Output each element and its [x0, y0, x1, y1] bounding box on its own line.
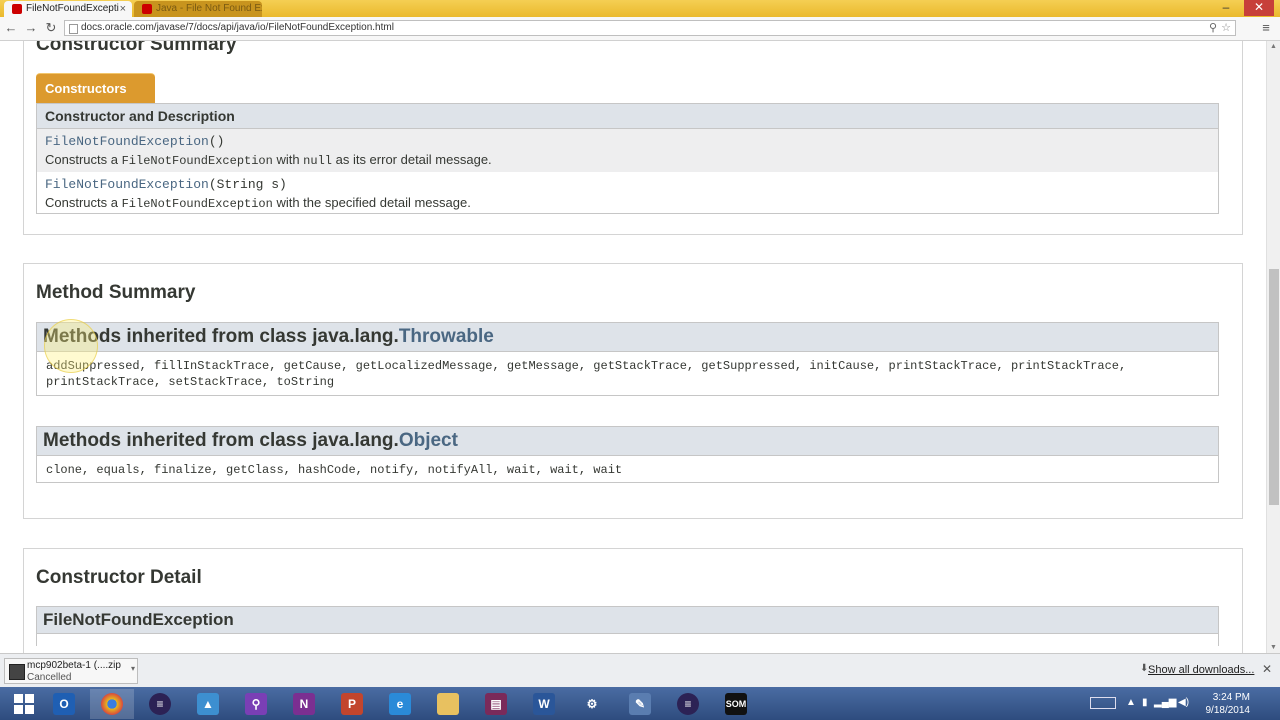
paint-icon[interactable]: ✎: [618, 689, 662, 719]
address-bar[interactable]: docs.oracle.com/javase/7/docs/api/java/i…: [64, 20, 1236, 36]
constructor-table-header: Constructor and Description: [37, 104, 1218, 129]
network-tool-icon[interactable]: ⚙: [570, 689, 614, 719]
address-text: docs.oracle.com/javase/7/docs/api/java/i…: [81, 22, 394, 33]
tab-strip: FileNotFoundExcepti × Java - File Not Fo…: [0, 0, 1280, 17]
constructor-detail-title: Constructor Detail: [36, 567, 202, 588]
eclipse-2-icon[interactable]: ≡: [666, 689, 710, 719]
show-all-downloads-link[interactable]: Show all downloads...: [1148, 664, 1254, 676]
inherited-throwable-methods[interactable]: addSuppressed, fillInStackTrace, getCaus…: [37, 352, 1218, 396]
constructor-detail-heading: FileNotFoundException: [37, 607, 1218, 634]
word-icon[interactable]: W: [522, 689, 566, 719]
volume-icon[interactable]: ◀): [1178, 697, 1189, 708]
internet-explorer-icon[interactable]: e: [378, 689, 422, 719]
vertical-scrollbar[interactable]: ▲ ▼: [1266, 41, 1280, 653]
tab-second[interactable]: Java - File Not Found Exception: [134, 1, 262, 17]
chevron-down-icon[interactable]: ▾: [131, 664, 135, 673]
tab-title: FileNotFoundExcepti: [26, 3, 119, 14]
start-button[interactable]: [2, 689, 46, 719]
favicon-icon: [142, 4, 152, 14]
windows-taskbar: O ≡ ▲ ⚲ N P e ▤ W ⚙ ✎ ≡ SOM ▲ ▮ ▂▄▆ ◀) 3…: [0, 687, 1280, 720]
close-window-icon[interactable]: ✕: [1244, 0, 1274, 16]
arrow-up-icon[interactable]: ▲: [1126, 697, 1136, 708]
page-viewport: Constructor Summary Constructors Constru…: [0, 41, 1266, 653]
inherited-throwable: Methods inherited from class java.lang.T…: [36, 322, 1219, 396]
battery-icon[interactable]: ▮: [1142, 697, 1148, 708]
constructor-params: (): [208, 134, 225, 149]
tab-title: Java - File Not Found Exception: [156, 3, 262, 14]
inherited-object-methods[interactable]: clone, equals, finalize, getClass, hashC…: [37, 456, 1218, 484]
window-controls: – ✕: [1218, 0, 1274, 16]
eclipse-icon[interactable]: ≡: [138, 689, 182, 719]
search-icon[interactable]: ⚲: [234, 689, 278, 719]
bookmark-star-icon[interactable]: ☆: [1221, 21, 1231, 35]
zoom-icon[interactable]: ⚲: [1209, 21, 1217, 35]
photos-icon[interactable]: ▲: [186, 689, 230, 719]
chrome-icon[interactable]: [90, 689, 134, 719]
constructor-table: Constructor and Description FileNotFound…: [36, 103, 1219, 214]
constructor-link[interactable]: FileNotFoundException: [45, 177, 209, 192]
throwable-link[interactable]: Throwable: [399, 326, 494, 347]
close-shelf-icon[interactable]: ✕: [1262, 662, 1272, 676]
browser-toolbar: ← → ↻ docs.oracle.com/javase/7/docs/api/…: [0, 17, 1280, 41]
download-status: Cancelled: [27, 672, 72, 683]
cursor-highlight: [44, 319, 98, 373]
constructors-caption: Constructors: [36, 73, 155, 103]
download-item[interactable]: mcp902beta-1 (....zip Cancelled ▾: [4, 658, 138, 684]
system-tray: ▲ ▮ ▂▄▆ ◀) 3:24 PM 9/18/2014: [1090, 687, 1280, 720]
zip-file-icon: [9, 664, 25, 680]
clock-date: 9/18/2014: [1205, 705, 1251, 716]
outlook-icon[interactable]: O: [42, 689, 86, 719]
inherited-throwable-heading: Methods inherited from class java.lang.T…: [37, 323, 1218, 352]
back-icon[interactable]: ←: [2, 20, 20, 36]
constructor-description: Constructs a FileNotFoundException with …: [45, 195, 471, 211]
som-icon[interactable]: SOM: [714, 689, 758, 719]
download-name: mcp902beta-1 (....zip: [27, 660, 121, 671]
onenote-icon[interactable]: N: [282, 689, 326, 719]
table-row: FileNotFoundException(String s) Construc…: [37, 172, 1218, 215]
powerpoint-icon[interactable]: P: [330, 689, 374, 719]
oracle-favicon-icon: [12, 4, 22, 14]
windows-logo-icon: [14, 694, 34, 714]
tab-filenotfoundexception[interactable]: FileNotFoundExcepti ×: [4, 1, 132, 17]
inherited-object-heading: Methods inherited from class java.lang.O…: [37, 427, 1218, 456]
object-link[interactable]: Object: [399, 430, 458, 451]
clock[interactable]: 3:24 PM 9/18/2014: [1206, 691, 1251, 717]
constructor-detail-header-box: FileNotFoundException: [36, 606, 1219, 646]
page-icon: [69, 24, 78, 34]
minimize-icon[interactable]: –: [1218, 0, 1234, 16]
constructor-summary-title: Constructor Summary: [36, 41, 237, 55]
method-summary-title: Method Summary: [36, 282, 196, 303]
network-icon[interactable]: ▂▄▆: [1154, 697, 1176, 708]
scroll-down-icon[interactable]: ▼: [1270, 644, 1277, 651]
download-shelf: mcp902beta-1 (....zip Cancelled ▾ ⬇ Show…: [0, 653, 1280, 687]
menu-icon[interactable]: ≡: [1258, 20, 1274, 36]
scroll-up-icon[interactable]: ▲: [1270, 43, 1277, 50]
constructor-params: (String s): [208, 177, 287, 192]
close-tab-icon[interactable]: ×: [120, 1, 126, 17]
table-row: FileNotFoundException() Constructs a Fil…: [37, 129, 1218, 172]
forward-icon[interactable]: →: [22, 20, 40, 36]
winrar-icon[interactable]: ▤: [474, 689, 518, 719]
constructor-description: Constructs a FileNotFoundException with …: [45, 152, 492, 168]
inherited-object: Methods inherited from class java.lang.O…: [36, 426, 1219, 483]
scrollbar-thumb[interactable]: [1269, 269, 1279, 505]
file-explorer-icon[interactable]: [426, 689, 470, 719]
clock-time: 3:24 PM: [1212, 692, 1250, 703]
keyboard-icon[interactable]: [1090, 697, 1116, 709]
reload-icon[interactable]: ↻: [42, 20, 60, 36]
constructor-link[interactable]: FileNotFoundException: [45, 134, 209, 149]
